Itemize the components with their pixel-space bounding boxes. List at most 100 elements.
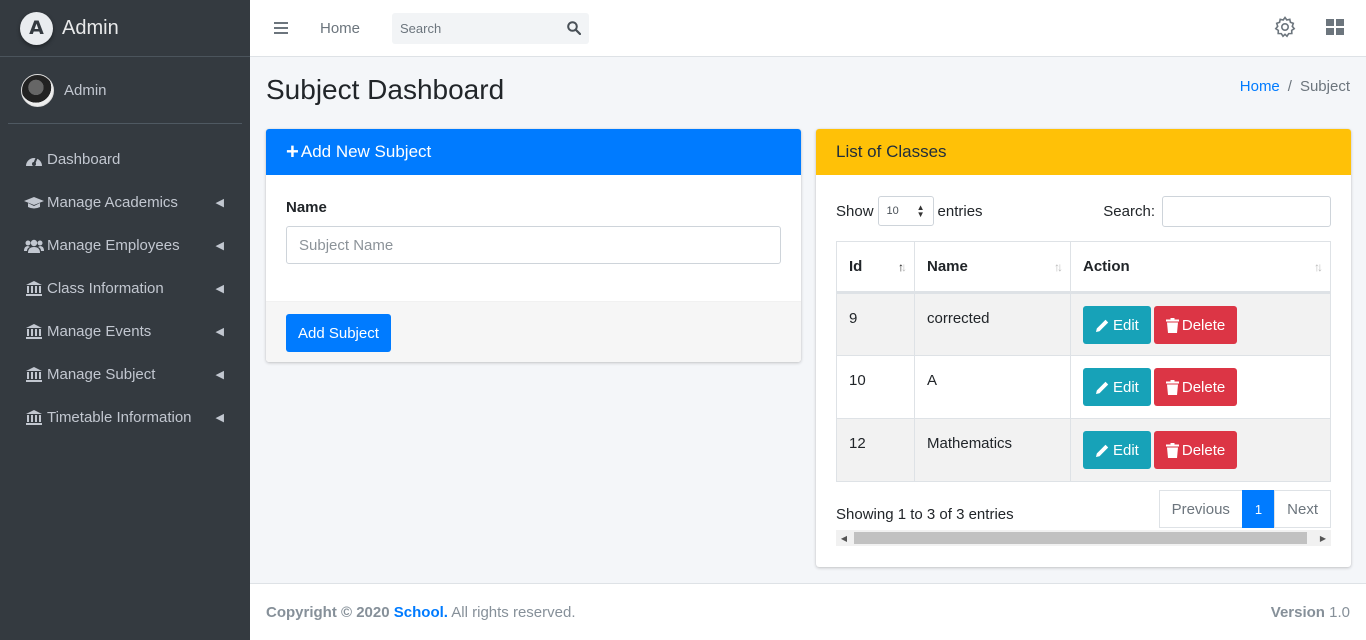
sidebar-item-manage-academics[interactable]: Manage Academics ◀: [8, 181, 242, 224]
name-label: Name: [286, 199, 327, 216]
add-subject-button[interactable]: Add Subject: [286, 314, 391, 352]
cell-action: Edit Delete: [1070, 355, 1331, 419]
sort-icon: ↑↓: [1314, 260, 1323, 274]
breadcrumb-home[interactable]: Home: [1240, 78, 1280, 95]
menu-toggle-icon[interactable]: [274, 22, 288, 34]
user-panel[interactable]: Admin: [8, 57, 242, 124]
list-classes-card: List of Classes Show 10 ▲ ▼ entries Searc…: [816, 129, 1351, 567]
gear-icon[interactable]: [1274, 15, 1296, 42]
previous-page-button[interactable]: Previous: [1158, 490, 1243, 528]
users-icon: [24, 239, 44, 253]
breadcrumb-current: Subject: [1299, 78, 1350, 95]
sidebar-item-label: Manage Events: [47, 323, 152, 340]
plus-icon: +: [286, 139, 299, 164]
cell-name: A: [914, 355, 1071, 419]
copyright-text: Copyright © 2020: [266, 603, 390, 621]
sort-asc-icon: ↑↓: [898, 260, 907, 274]
university-icon: [24, 281, 44, 296]
chevron-left-icon: ◀: [215, 240, 224, 252]
top-navbar: Home Search: [250, 0, 1366, 57]
sidebar-item-manage-events[interactable]: Manage Events ◀: [8, 310, 242, 353]
show-label: Show: [836, 202, 874, 220]
sort-icon: ↑↓: [1054, 260, 1063, 274]
version-label: Version: [1270, 603, 1325, 621]
edit-label: Edit: [1113, 378, 1139, 396]
edit-button[interactable]: Edit: [1083, 431, 1151, 469]
brand-link[interactable]: A Admin: [0, 0, 250, 57]
brand-logo-letter: A: [29, 17, 44, 39]
delete-button[interactable]: Delete: [1153, 431, 1238, 469]
chevron-left-icon: ◀: [215, 369, 224, 381]
table-header-row: Id ↑↓ Name ↑↓ Action ↑↓: [836, 241, 1331, 294]
scroll-right-icon[interactable]: ▶: [1315, 534, 1331, 543]
table-info: Showing 1 to 3 of 3 entries: [836, 506, 1014, 523]
navbar-search: Search: [392, 12, 590, 44]
delete-label: Delete: [1181, 316, 1226, 334]
list-classes-title: List of Classes: [836, 142, 947, 161]
next-page-button[interactable]: Next: [1274, 490, 1331, 528]
avatar: [21, 73, 54, 107]
sidebar-item-manage-employees[interactable]: Manage Employees ◀: [8, 224, 242, 267]
copyright: Copyright © 2020 School. All rights rese…: [266, 604, 576, 621]
trash-icon: [1165, 442, 1179, 458]
delete-label: Delete: [1181, 378, 1226, 396]
breadcrumb-separator: /: [1287, 78, 1292, 95]
cell-action: Edit Delete: [1070, 418, 1331, 482]
cell-id: 10: [836, 355, 915, 419]
scrollbar-thumb[interactable]: [854, 532, 1307, 544]
chevron-left-icon: ◀: [215, 283, 224, 295]
top-home-link[interactable]: Home: [320, 20, 360, 37]
add-subject-title: Add New Subject: [300, 142, 432, 161]
brand-logo: A: [20, 11, 53, 45]
cell-id: 9: [836, 292, 915, 356]
version: Version 1.0: [1271, 604, 1350, 621]
delete-button[interactable]: Delete: [1153, 306, 1238, 344]
university-icon: [24, 324, 44, 339]
table-row: 10 A Edit Delete: [836, 355, 1331, 419]
grid-icon[interactable]: [1326, 18, 1344, 39]
tachometer-icon: [24, 152, 44, 168]
add-subject-body: Name: [266, 175, 801, 301]
sidebar-nav: Dashboard Manage Academics ◀ Manage Empl…: [0, 138, 250, 439]
column-header-id[interactable]: Id ↑↓: [836, 241, 915, 294]
edit-label: Edit: [1113, 441, 1139, 459]
edit-button[interactable]: Edit: [1083, 368, 1151, 406]
cell-name: corrected: [914, 292, 1071, 356]
column-header-action[interactable]: Action ↑↓: [1070, 241, 1331, 294]
sidebar-item-class-information[interactable]: Class Information ◀: [8, 267, 242, 310]
column-label: Name: [927, 258, 968, 275]
edit-button[interactable]: Edit: [1083, 306, 1151, 344]
edit-label: Edit: [1113, 316, 1139, 334]
chevron-left-icon: ◀: [215, 326, 224, 338]
chevron-left-icon: ◀: [215, 412, 224, 424]
sidebar-item-label: Timetable Information: [47, 409, 192, 426]
search-icon[interactable]: [559, 21, 589, 35]
sidebar-item-manage-subject[interactable]: Manage Subject ◀: [8, 353, 242, 396]
sidebar-item-dashboard[interactable]: Dashboard: [8, 138, 242, 181]
delete-label: Delete: [1181, 441, 1226, 459]
page-1-button[interactable]: 1: [1241, 490, 1276, 528]
cell-id: 12: [836, 418, 915, 482]
scroll-left-icon[interactable]: ◀: [836, 534, 852, 543]
subject-name-input[interactable]: [286, 226, 781, 264]
entries-select[interactable]: 10 ▲ ▼: [877, 196, 934, 226]
column-header-name[interactable]: Name ↑↓: [914, 241, 1071, 294]
navbar-right: [1274, 0, 1344, 57]
chevron-left-icon: ◀: [215, 197, 224, 209]
horizontal-scrollbar[interactable]: ◀ ▶: [836, 530, 1331, 546]
column-label: Action: [1083, 258, 1130, 275]
search-input[interactable]: Search: [392, 21, 559, 36]
graduation-cap-icon: [24, 196, 44, 210]
subjects-table: Id ↑↓ Name ↑↓ Action ↑↓ 9 corrected Edit…: [836, 241, 1331, 482]
add-subject-header: + Add New Subject: [266, 129, 801, 175]
column-label: Id: [849, 258, 863, 275]
sidebar-item-timetable-information[interactable]: Timetable Information ◀: [8, 396, 242, 439]
pagination: Previous 1 Next: [1158, 490, 1331, 528]
table-search-input[interactable]: [1162, 195, 1331, 227]
pencil-icon: [1096, 381, 1109, 394]
sidebar-item-label: Manage Employees: [47, 237, 180, 254]
add-subject-card: + Add New Subject Name Add Subject: [266, 129, 801, 362]
school-link[interactable]: School.: [394, 604, 448, 621]
table-row: 12 Mathematics Edit Delete: [836, 418, 1331, 482]
delete-button[interactable]: Delete: [1153, 368, 1238, 406]
